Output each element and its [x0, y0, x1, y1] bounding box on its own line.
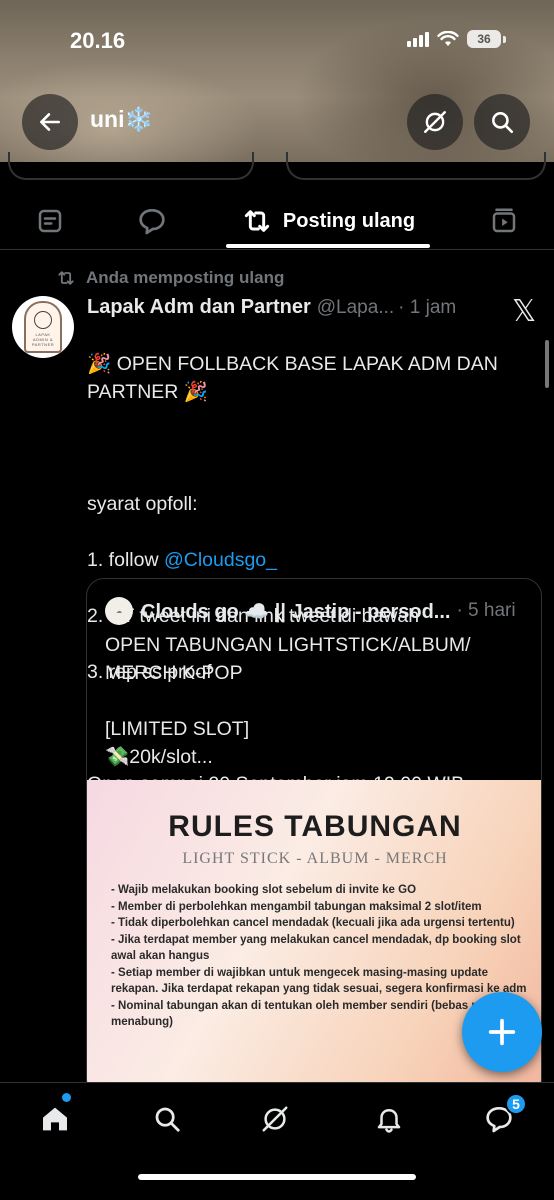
profile-header-banner: 20.16 36 uni❄️ [0, 0, 554, 162]
repost-context: Anda memposting ulang [56, 268, 284, 288]
search-button[interactable] [474, 94, 530, 150]
messages-badge: 5 [505, 1093, 527, 1115]
signal-icon [407, 31, 429, 47]
tweet-author-handle[interactable]: @Lapa... [317, 297, 394, 319]
tab-replies[interactable] [122, 192, 182, 250]
tweet-author-name[interactable]: Lapak Adm dan Partner [87, 296, 311, 319]
tweet-line-3: 1. follow @Cloudsgo_ [87, 549, 277, 571]
avatar-logo: LAPAK ADMIN & PARTNER [24, 301, 62, 353]
profile-name: uni❄️ [90, 106, 153, 133]
reply-icon [139, 209, 165, 235]
battery-indicator: 36 [467, 30, 501, 48]
rule-item: - Setiap member di wajibkan untuk mengec… [111, 966, 527, 996]
rule-item: - Jika terdapat member yang melakukan ca… [111, 933, 521, 963]
quoted-timestamp: · 5 hari [456, 600, 516, 621]
home-icon [43, 1107, 67, 1131]
home-indicator[interactable] [138, 1174, 416, 1180]
grok-icon [262, 1106, 288, 1132]
rules-image-subtitle: LIGHT STICK - ALBUM - MERCH [182, 850, 448, 867]
rule-item: - Tidak diperbolehkan cancel mendadak (k… [111, 917, 515, 929]
rule-item: - Wajib melakukan booking slot sebelum d… [111, 884, 417, 896]
rules-image-title: RULES TABUNGAN [168, 810, 462, 843]
active-tab-indicator [226, 244, 430, 248]
nav-notifications[interactable] [364, 1099, 414, 1139]
status-time: 20.16 [70, 28, 126, 53]
wifi-icon [437, 31, 459, 46]
back-button[interactable] [22, 94, 78, 150]
status-icons: 36 [407, 30, 506, 48]
bell-icon [377, 1109, 401, 1133]
nav-grok[interactable] [250, 1099, 300, 1139]
rules-image-list: - Wajib melakukan booking slot sebelum d… [111, 882, 531, 1031]
profile-tabs: Posting ulang [0, 192, 554, 250]
plus-icon [488, 1018, 516, 1046]
header-pill-edges [0, 152, 554, 192]
repost-small-icon [58, 271, 74, 285]
tab-reposts-label: Posting ulang [282, 209, 416, 232]
tweet-timestamp[interactable]: · 1 jam [398, 297, 456, 319]
tweet-line-1: 🎉 OPEN FOLLBACK BASE LAPAK ADM DAN PARTN… [87, 353, 498, 403]
arrow-left-icon [40, 113, 60, 131]
grok-button[interactable] [407, 94, 463, 150]
post-icon [38, 209, 62, 233]
nav-explore[interactable] [142, 1099, 192, 1139]
battery-tip [503, 35, 506, 43]
nav-home[interactable] [30, 1099, 80, 1139]
bottom-navigation [0, 1082, 554, 1200]
grok-icon [424, 111, 446, 133]
quoted-tweet-header: ☁ Clouds go ☁️ || Jastip - persod... · 5… [105, 597, 516, 625]
repost-context-label: Anda memposting ulang [86, 268, 285, 287]
scrollbar[interactable] [545, 340, 549, 388]
quoted-tweet-text: OPEN TABUNGAN LIGHTSTICK/ALBUM/ MERCH K-… [105, 634, 471, 768]
tab-reposts[interactable]: Posting ulang [226, 192, 430, 250]
quoted-avatar: ☁ [105, 597, 133, 625]
tab-posts[interactable] [20, 192, 80, 250]
avatar[interactable]: LAPAK ADMIN & PARTNER [12, 296, 74, 358]
quoted-author-name: Clouds go ☁️ || Jastip - persod... [141, 600, 451, 623]
mention-link[interactable]: @Cloudsgo_ [164, 549, 277, 571]
repost-icon [244, 210, 270, 232]
snowflake-icon: ❄️ [124, 107, 154, 133]
rule-item: - Member di perbolehkan mengambil tabung… [111, 900, 482, 913]
search-icon [492, 112, 514, 134]
video-icon [492, 208, 516, 233]
home-unread-dot [62, 1093, 71, 1102]
profile-name-text: uni [90, 106, 125, 132]
search-icon [155, 1107, 180, 1132]
tweet-header: Lapak Adm dan Partner @Lapa... · 1 jam [87, 296, 487, 319]
tweet-line-2: syarat opfoll: [87, 493, 198, 515]
tab-media[interactable] [474, 192, 534, 250]
compose-button[interactable] [462, 992, 542, 1072]
